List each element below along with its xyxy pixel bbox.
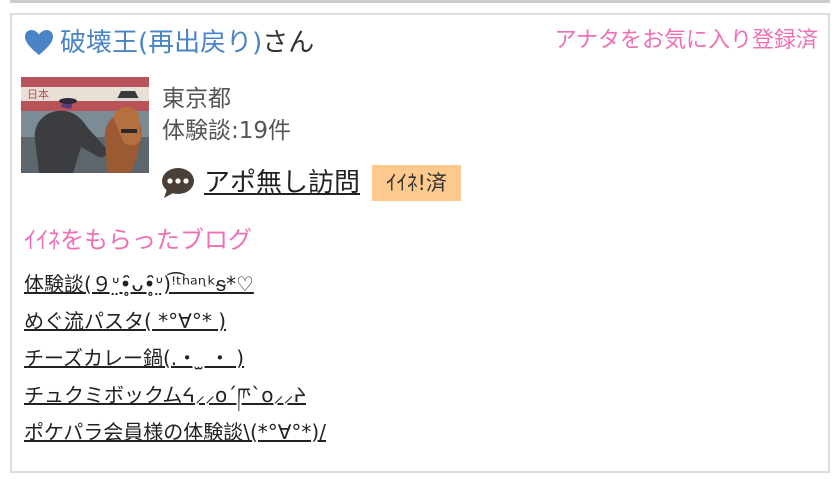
blog-link[interactable]: ポケパラ会員様の体験談\(*°∀°*)/ <box>24 420 326 444</box>
blog-link[interactable]: チュクミボックムᔦ⸝⸝o´ཫ`o⸝⸝ᔨ <box>24 383 306 407</box>
svg-text:日本: 日本 <box>27 87 49 101</box>
liked-user-card: 破壊王(再出戻り) さん アナタをお気に入り登録済 日本 東京都 体験談:19件 <box>10 13 830 473</box>
blog-link[interactable]: めぐ流パスタ( *°∀°* ) <box>24 309 226 333</box>
review-count-text: 体験談:19件 <box>162 118 292 144</box>
user-avatar[interactable]: 日本 <box>21 77 149 173</box>
heart-icon <box>24 28 54 58</box>
favorite-status: アナタをお気に入り登録済 <box>554 28 818 53</box>
like-status-badge: ｲｲﾈ!済 <box>372 165 461 201</box>
top-divider <box>10 0 830 3</box>
profile-info: 東京都 体験談:19件 <box>162 83 291 147</box>
list-item: ポケパラ会員様の体験談\(*°∀°*)/ <box>24 418 326 455</box>
chat-bubble-icon <box>160 165 196 201</box>
location-text: 東京都 <box>162 86 231 112</box>
blog-link[interactable]: チーズカレー鍋(.・ ̫ ・ ) <box>24 346 244 370</box>
list-item: めぐ流パスタ( *°∀°* ) <box>24 307 326 344</box>
honorific-label: さん <box>262 28 315 58</box>
list-item: 体験談(９ᐡ̤•̥̑ᴗ•̥̑ᐡ̤)ꜝ͡ᵗʰᵃᶯᵏᵴ*♡ <box>24 270 326 307</box>
blog-link[interactable]: 体験談(９ᐡ̤•̥̑ᴗ•̥̑ᐡ̤)ꜝ͡ᵗʰᵃᶯᵏᵴ*♡ <box>24 272 254 296</box>
card-header: 破壊王(再出戻り) さん <box>24 27 314 59</box>
list-item: チーズカレー鍋(.・ ̫ ・ ) <box>24 344 326 381</box>
liked-blog-list: 体験談(９ᐡ̤•̥̑ᴗ•̥̑ᐡ̤)ꜝ͡ᵗʰᵃᶯᵏᵴ*♡ めぐ流パスタ( *°∀°… <box>24 270 326 455</box>
list-item: チュクミボックムᔦ⸝⸝o´ཫ`o⸝⸝ᔨ <box>24 381 326 418</box>
user-name-link[interactable]: 破壊王(再出戻り) <box>60 27 262 59</box>
shop-row: アポ無し訪問 ｲｲﾈ!済 <box>160 165 461 201</box>
liked-blogs-heading: ｲｲﾈをもらったブログ <box>24 226 252 254</box>
shop-name-link[interactable]: アポ無し訪問 <box>204 165 360 201</box>
